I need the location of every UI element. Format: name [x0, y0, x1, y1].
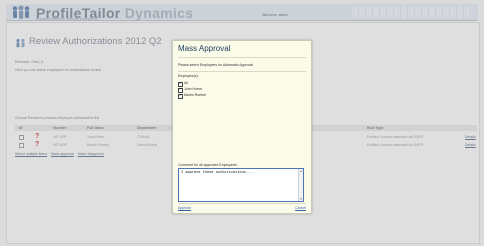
cancel-button[interactable]: Cancel: [295, 206, 306, 210]
divider: [178, 57, 306, 58]
employee-label: Martin Roebel: [184, 93, 206, 97]
divider: [178, 203, 306, 204]
employee-option[interactable]: Martin Roebel: [178, 93, 238, 99]
comment-label: Comment for all approved Employees:: [178, 163, 238, 167]
divider: [178, 71, 306, 72]
employee-label: All: [184, 81, 188, 85]
scroll-down-icon[interactable]: ▼: [299, 197, 303, 201]
employee-option[interactable]: John Hoem: [178, 87, 238, 93]
dialog-instruction: Please select Employees for Automatic Ap…: [178, 63, 254, 67]
employees-label: Employee(s):: [178, 74, 199, 78]
employee-checkbox[interactable]: [178, 93, 183, 99]
employee-option-all[interactable]: All: [178, 81, 238, 87]
comment-textarea[interactable]: I approve these authorizations... ▲ ▼: [178, 168, 304, 202]
comment-value: I approve these authorizations...: [181, 170, 253, 174]
mass-approval-dialog: Mass Approval Please select Employees fo…: [172, 40, 312, 214]
dialog-title: Mass Approval: [178, 44, 231, 53]
textarea-scrollbar[interactable]: ▲ ▼: [298, 169, 303, 201]
employee-label: John Hoem: [184, 87, 202, 91]
checkbox-all[interactable]: [178, 81, 183, 87]
scroll-up-icon[interactable]: ▲: [299, 169, 303, 173]
employee-checkbox[interactable]: [178, 87, 183, 93]
approve-button[interactable]: Approve: [178, 206, 191, 210]
